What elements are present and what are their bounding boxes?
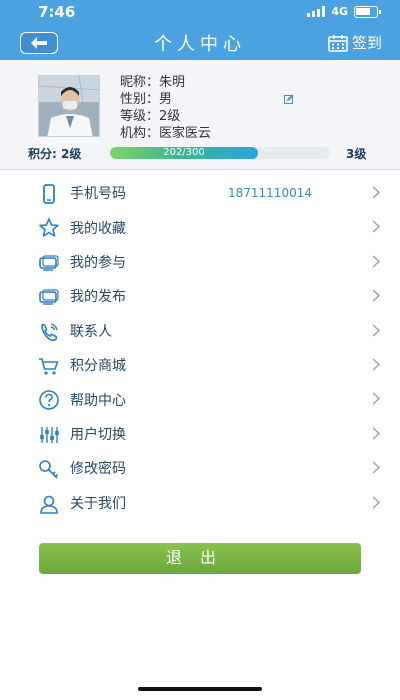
participation-icon: [39, 255, 59, 271]
level-row: 等级： 2级: [120, 108, 211, 125]
menu-item[interactable]: 联系人: [0, 314, 400, 348]
menu-item-value: 18711110014: [228, 186, 312, 201]
menu-item[interactable]: 我的发布: [0, 279, 400, 313]
organization-label: 机构：: [120, 126, 160, 141]
menu-item-label: 用户切换: [70, 426, 126, 443]
menu-item-label: 我的参与: [70, 254, 126, 271]
menu-item-label: 积分商城: [70, 358, 126, 375]
points-level-label: 积分: 2级: [28, 147, 82, 161]
points-progress-bar: 202/300: [110, 147, 330, 159]
calendar-icon: [328, 34, 348, 52]
network-type: 4G: [331, 5, 348, 18]
phone-icon: [43, 184, 55, 204]
menu-item-label: 我的发布: [70, 289, 126, 306]
star-icon: [39, 218, 59, 238]
chevron-right-icon: [372, 324, 380, 337]
points-progress-fill: 202/300: [110, 147, 258, 159]
avatar[interactable]: [38, 75, 100, 137]
gender-row: 性别： 男: [120, 91, 211, 108]
header-bar: 7:46 4G 个人中心 签到: [0, 0, 400, 60]
key-icon: [39, 460, 59, 479]
chevron-right-icon: [372, 358, 380, 371]
profile-card: 昵称： 朱明 性别： 男 等级： 2级 机构： 医家医云 积分: 2级 202/…: [0, 60, 400, 170]
chevron-right-icon: [372, 495, 380, 509]
chevron-right-icon: [372, 186, 380, 199]
switch-user-icon: [40, 426, 59, 443]
profile-info: 昵称： 朱明 性别： 男 等级： 2级 机构： 医家医云: [120, 74, 211, 142]
menu-item[interactable]: 我的参与: [0, 245, 400, 279]
about-icon: [40, 495, 58, 514]
checkin-button[interactable]: 签到: [328, 32, 382, 53]
contact-phone-icon: [41, 322, 58, 341]
nickname-row: 昵称： 朱明: [120, 74, 211, 91]
menu-item-label: 帮助中心: [70, 392, 126, 409]
edit-icon[interactable]: [284, 94, 294, 104]
menu-item[interactable]: 帮助中心: [0, 382, 400, 416]
menu-item[interactable]: 积分商城: [0, 348, 400, 382]
points-progress-text: 202/300: [163, 147, 205, 158]
home-indicator: [138, 687, 262, 691]
status-indicators: 4G: [307, 5, 381, 18]
menu-item[interactable]: 关于我们: [0, 486, 400, 520]
menu-item[interactable]: 修改密码: [0, 451, 400, 485]
avatar-image: [39, 76, 99, 136]
menu-list: 手机号码 18711110014 我的收藏我的参与我的发布联系人积分商城帮助中心用户…: [0, 176, 400, 520]
chevron-right-icon: [372, 427, 380, 440]
chevron-right-icon: [372, 392, 380, 405]
cart-icon: [39, 358, 59, 375]
menu-item-label: 我的收藏: [70, 220, 126, 237]
help-icon: [39, 390, 59, 411]
checkin-label: 签到: [351, 34, 382, 52]
menu-item-label: 手机号码: [70, 186, 126, 203]
menu-item[interactable]: 我的收藏: [0, 210, 400, 244]
menu-item-label: 联系人: [70, 323, 112, 340]
gender-value: 男: [159, 92, 173, 107]
nickname-label: 昵称：: [120, 75, 160, 90]
menu-item[interactable]: 手机号码 18711110014: [0, 176, 400, 210]
chevron-right-icon: [372, 220, 380, 233]
next-level-label: 3级: [346, 147, 367, 161]
chevron-right-icon: [372, 289, 380, 302]
organization-value: 医家医云: [159, 126, 212, 141]
chevron-right-icon: [372, 255, 380, 268]
menu-item-label: 修改密码: [70, 461, 126, 478]
status-time: 7:46: [38, 3, 76, 21]
status-bar: 7:46 4G: [0, 0, 400, 24]
nickname-value: 朱明: [159, 75, 186, 90]
menu-item[interactable]: 用户切换: [0, 417, 400, 451]
gender-label: 性别：: [120, 92, 160, 107]
level-value: 2级: [159, 109, 181, 124]
level-label: 等级：: [120, 109, 160, 124]
organization-row: 机构： 医家医云: [120, 125, 211, 142]
publish-icon: [39, 289, 59, 305]
menu-item-label: 关于我们: [70, 495, 126, 512]
chevron-right-icon: [372, 461, 380, 474]
battery-icon: [354, 5, 381, 18]
signal-icon: [307, 6, 326, 17]
logout-button[interactable]: 退出: [39, 543, 361, 574]
